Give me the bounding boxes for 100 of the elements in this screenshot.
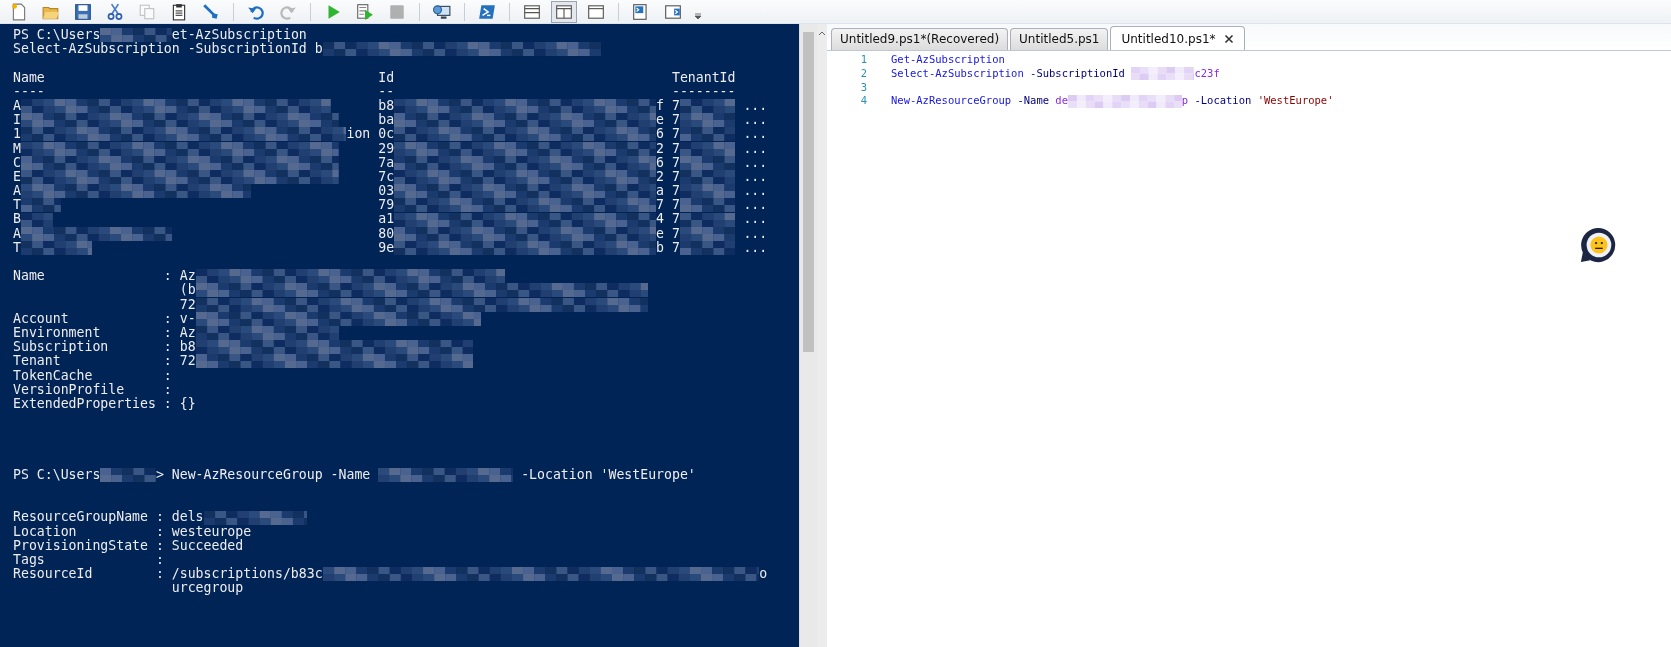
- prompt-text: >: [155, 467, 164, 483]
- command-text: -Location 'WestEurope': [521, 467, 696, 483]
- property-value: Az: [179, 269, 196, 284]
- property-name: ProvisioningState: [13, 538, 149, 553]
- redacted-text: [679, 141, 736, 156]
- table-cell: b: [656, 240, 665, 255]
- separator-text: :: [163, 311, 173, 326]
- table-cell: ion: [346, 127, 371, 142]
- table-cell: 7: [671, 155, 680, 170]
- scrollbar[interactable]: [799, 24, 817, 647]
- property-value: Succeeded: [171, 538, 244, 553]
- separator-text: :: [155, 567, 165, 582]
- separator-text: :: [163, 396, 173, 412]
- redacted-text: [679, 198, 736, 213]
- separator-text: :: [163, 325, 173, 341]
- property-name: Account: [13, 311, 70, 326]
- table-cell: B: [13, 212, 21, 227]
- code-token: -Name: [1017, 94, 1050, 109]
- property-value: /subscriptions/b83c: [171, 567, 323, 582]
- file-tab[interactable]: Untitled9.ps1*(Recovered): [831, 28, 1009, 50]
- table-cell: 6: [656, 127, 665, 142]
- property-value: (b: [179, 283, 196, 298]
- table-cell: 7: [671, 141, 680, 156]
- property-name: Tags: [13, 553, 45, 567]
- table-cell: 7: [671, 169, 680, 185]
- property-value: urcegroup: [171, 581, 244, 596]
- table-cell: A: [13, 184, 21, 199]
- property-name: Subscription: [13, 340, 110, 355]
- code-token: -Location: [1194, 94, 1252, 109]
- table-cell: 7: [671, 226, 680, 241]
- table-cell: M: [13, 141, 21, 156]
- separator-text: :: [163, 382, 173, 397]
- separator-text: :: [155, 538, 165, 553]
- separator-text: :: [155, 510, 165, 525]
- ellipsis-text: ...: [743, 226, 768, 241]
- code-token: -SubscriptionId: [1030, 66, 1125, 81]
- ellipsis-text: ...: [743, 212, 768, 227]
- line-number: 3: [859, 80, 867, 95]
- ellipsis-text: ...: [743, 98, 768, 114]
- file-tab[interactable]: Untitled10.ps1*: [1110, 26, 1245, 50]
- redacted-text: [679, 155, 736, 170]
- table-cell-text: b8: [378, 98, 395, 113]
- ellipsis-text: ...: [743, 169, 768, 185]
- prompt-text: PS C:\Users: [13, 28, 101, 42]
- table-cell: C: [13, 155, 21, 170]
- table-cell: 29: [378, 141, 395, 156]
- table-cell: 1: [13, 127, 21, 142]
- neutral-face-icon[interactable]: [1579, 226, 1617, 264]
- scrollbar-thumb[interactable]: [803, 32, 814, 352]
- table-cell: 7: [671, 127, 680, 142]
- table-cell: E: [13, 169, 21, 185]
- table-cell: T: [13, 240, 21, 255]
- table-cell: ba: [378, 113, 395, 128]
- file-tab[interactable]: Untitled5.ps1: [1010, 28, 1109, 50]
- column-header: Id: [378, 70, 396, 85]
- separator-text: :: [163, 354, 173, 369]
- property-name: ExtendedProperties: [13, 396, 157, 412]
- header-underline: --------: [671, 84, 737, 99]
- overflow-caret-icon[interactable]: [694, 12, 702, 20]
- ellipsis-text: ...: [743, 127, 768, 142]
- header-underline: ----: [13, 84, 46, 99]
- table-cell: 7: [671, 240, 680, 255]
- collapse-icon[interactable]: [818, 30, 826, 36]
- redacted-text: [679, 127, 736, 142]
- prompt-text: PS C:\Users: [13, 467, 101, 483]
- table-cell: 7a: [378, 155, 395, 170]
- table-cell: e: [656, 226, 665, 241]
- table-cell: 7: [671, 212, 680, 227]
- table-cell: A: [13, 98, 21, 114]
- table-cell: 2: [656, 141, 665, 156]
- ellipsis-text: ...: [743, 198, 768, 213]
- table-cell: 0c: [378, 127, 395, 142]
- table-cell: 7: [671, 184, 680, 199]
- header-underline: --: [378, 84, 396, 99]
- property-name: Location: [13, 524, 77, 539]
- table-cell: 7: [671, 98, 680, 114]
- redacted-text: [679, 212, 736, 227]
- separator-text: :: [163, 368, 173, 383]
- property-value: dels: [171, 510, 204, 525]
- table-cell: 03: [378, 184, 395, 199]
- code-token: de: [1055, 94, 1068, 109]
- column-header: TenantId: [671, 70, 737, 85]
- code-token: 'WestEurope': [1257, 94, 1334, 109]
- table-cell: 4: [656, 212, 665, 227]
- property-name: Environment: [13, 325, 102, 340]
- line-number: 1: [859, 53, 867, 67]
- redacted-text: [1131, 67, 1195, 81]
- property-value: o: [759, 567, 768, 582]
- table-cell: I: [13, 113, 21, 128]
- ellipsis-text: ...: [743, 113, 768, 128]
- table-cell: 9e: [378, 240, 395, 255]
- line-number: 4: [859, 94, 867, 109]
- property-value: 72: [179, 354, 196, 369]
- property-name: Name: [13, 269, 46, 284]
- table-cell: A: [13, 226, 21, 241]
- table-cell: a1: [378, 212, 395, 227]
- table-cell: a: [656, 184, 665, 199]
- close-icon[interactable]: [1223, 34, 1234, 44]
- code-token: New-AzResourceGroup: [891, 94, 1012, 109]
- code-token: p: [1181, 94, 1189, 109]
